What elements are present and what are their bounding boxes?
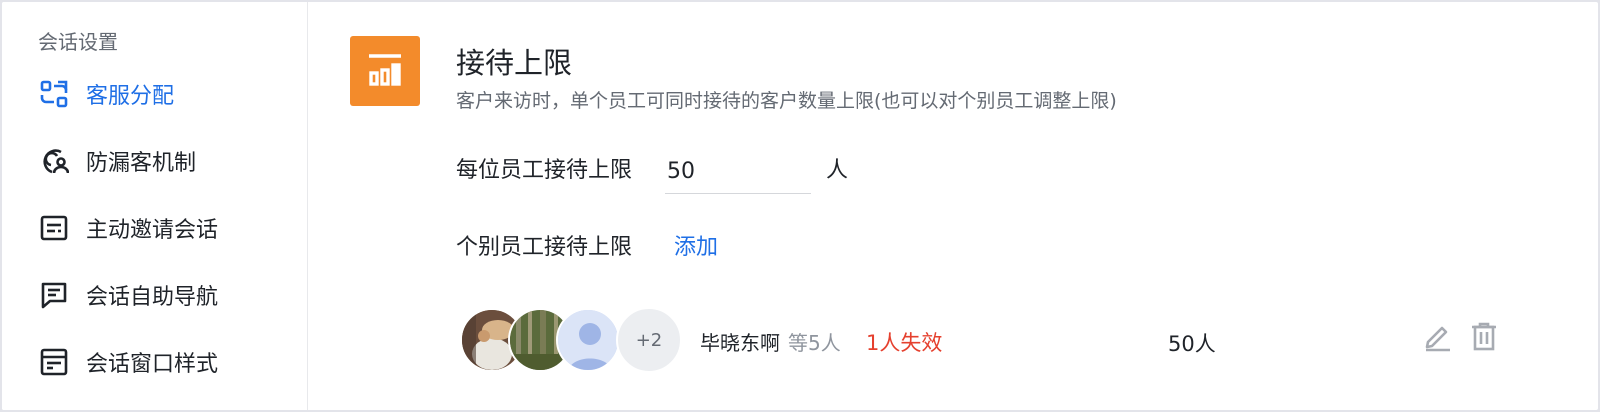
more-staff-badge: +2 [616,307,682,373]
sidebar: 会话设置 客服分配 防漏客机制 主动邀请会话 会话自助导航 会话窗口样式 [2,2,308,410]
trash-icon [1468,320,1500,356]
edit-button[interactable] [1420,320,1456,356]
sidebar-item-label: 防漏客机制 [86,151,197,176]
add-individual-limit-link[interactable]: 添加 [674,229,718,261]
page-description: 客户来访时，单个员工可同时接待的客户数量上限(也可以对个别员工调整上限) [456,90,1117,112]
per-staff-limit-unit: 人 [826,158,849,183]
edit-icon [1422,320,1454,356]
per-staff-limit-label: 每位员工接待上限 [456,158,633,183]
page-title: 接待上限 [456,46,573,80]
sidebar-item-label: 客服分配 [86,84,175,109]
sidebar-item-proactive-invite[interactable]: 主动邀请会话 [38,208,218,248]
avatar [556,308,620,372]
window-style-icon [38,346,70,378]
sidebar-item-label: 主动邀请会话 [86,218,219,243]
sidebar-item-anti-leak[interactable]: 防漏客机制 [38,141,196,181]
staff-limit-value: 50人 [1168,332,1216,356]
staff-count: 等5人 [788,331,841,355]
invalid-staff-status: 1人失效 [866,331,943,355]
invite-icon [38,212,70,244]
staff-name: 毕晓东啊 [700,331,780,355]
sidebar-item-self-navigation[interactable]: 会话自助导航 [38,275,218,315]
main-panel: 接待上限 客户来访时，单个员工可同时接待的客户数量上限(也可以对个别员工调整上限… [308,2,1598,410]
anti-leak-icon [38,145,70,177]
sidebar-item-label: 会话自助导航 [86,285,219,310]
navigation-icon [38,279,70,311]
sidebar-item-window-style[interactable]: 会话窗口样式 [38,342,218,382]
delete-button[interactable] [1466,320,1502,356]
sidebar-item-customer-assignment[interactable]: 客服分配 [38,74,174,114]
app-window: 会话设置 客服分配 防漏客机制 主动邀请会话 会话自助导航 会话窗口样式 接待上… [2,2,1598,410]
individual-limit-label: 个别员工接待上限 [456,235,633,260]
per-staff-limit-input[interactable] [665,150,811,194]
staff-avatars[interactable]: +2 [460,307,700,373]
sidebar-item-label: 会话窗口样式 [86,352,219,377]
assign-icon [38,78,70,110]
sidebar-title: 会话设置 [38,30,118,54]
bar-chart-icon [350,36,420,106]
